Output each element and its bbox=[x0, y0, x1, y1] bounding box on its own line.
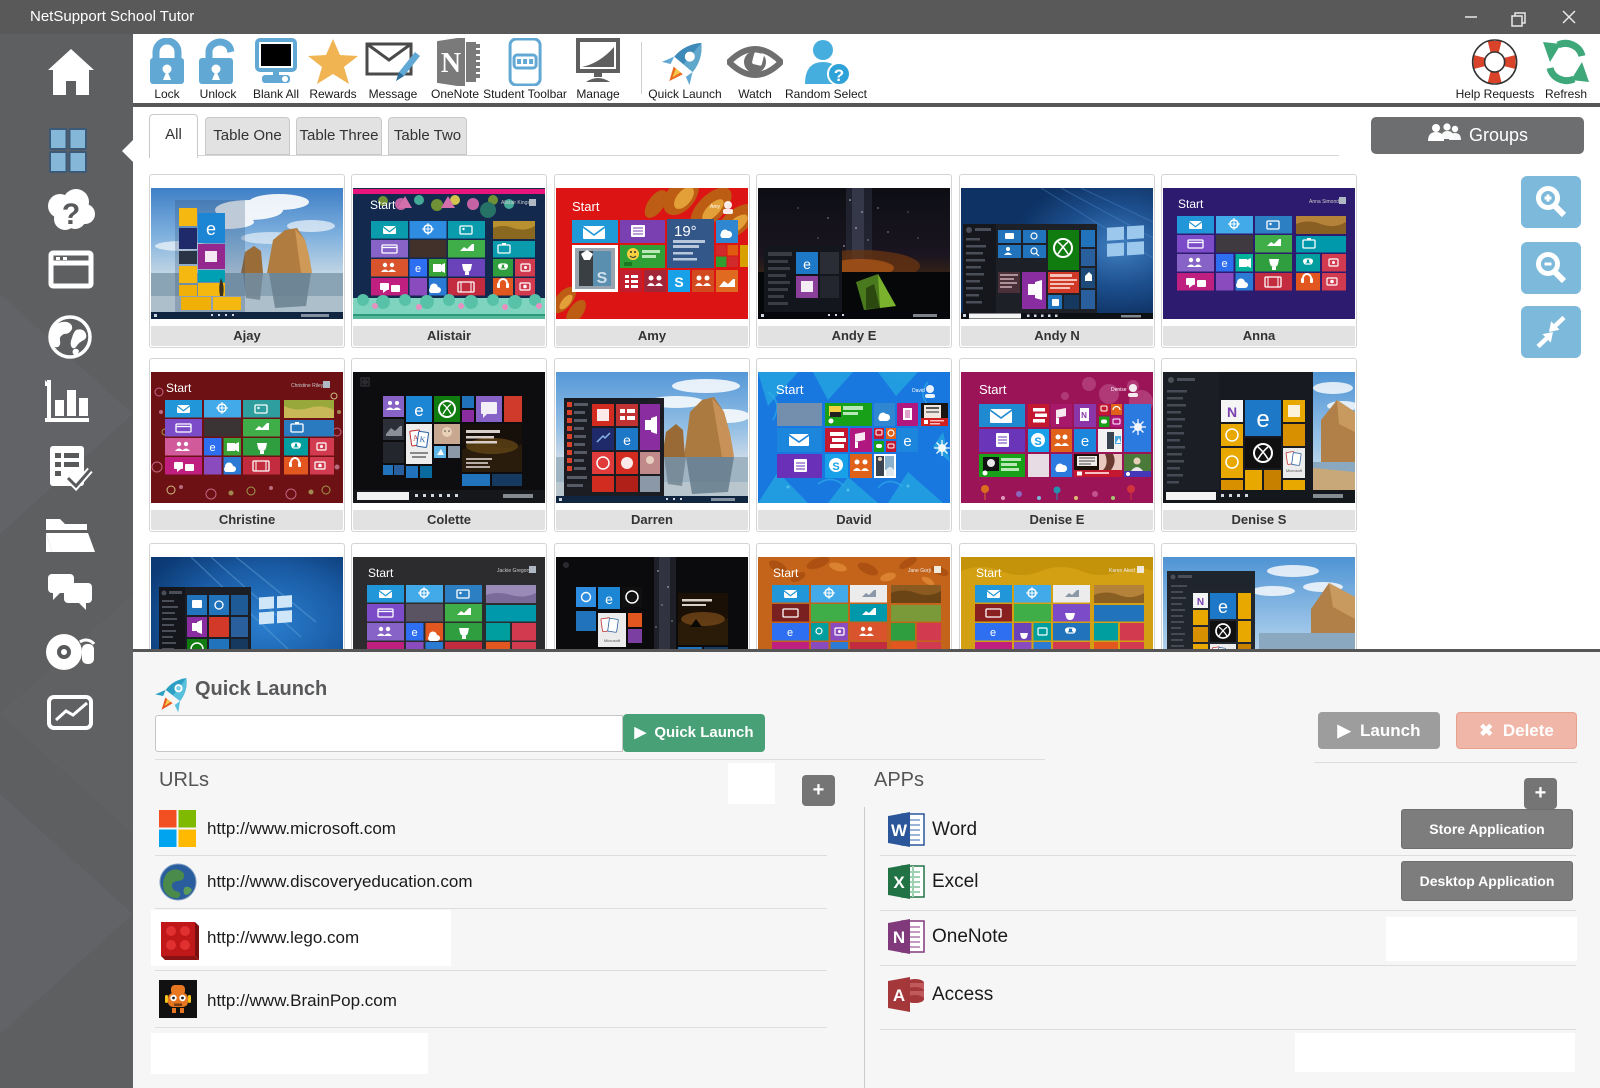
svg-text:Start: Start bbox=[166, 381, 192, 395]
svg-text:Start: Start bbox=[976, 566, 1002, 580]
svg-text:N: N bbox=[893, 928, 905, 947]
svg-text:Start: Start bbox=[979, 382, 1007, 397]
svg-text:Start: Start bbox=[368, 566, 394, 580]
svg-text:David: David bbox=[912, 388, 925, 394]
svg-text:Denise: Denise bbox=[1111, 387, 1127, 393]
svg-text:A: A bbox=[893, 986, 905, 1005]
svg-text:e: e bbox=[605, 591, 613, 607]
svg-text:e: e bbox=[1081, 433, 1089, 450]
svg-text:Start: Start bbox=[776, 382, 804, 397]
svg-text:e: e bbox=[414, 401, 423, 420]
svg-text:e: e bbox=[411, 627, 417, 639]
svg-text:Jackie Gregory: Jackie Gregory bbox=[497, 568, 531, 574]
svg-text:Karen Aked: Karen Aked bbox=[1109, 568, 1135, 574]
svg-text:e: e bbox=[415, 263, 421, 275]
svg-text:e: e bbox=[1256, 406, 1269, 433]
svg-text:Start: Start bbox=[773, 566, 799, 580]
svg-text:e: e bbox=[209, 442, 215, 454]
svg-text:N: N bbox=[441, 48, 461, 79]
svg-text:e: e bbox=[1221, 258, 1227, 270]
svg-text:Microsoft: Microsoft bbox=[1286, 468, 1303, 473]
svg-text:e: e bbox=[990, 627, 996, 639]
svg-text:e: e bbox=[787, 627, 793, 639]
svg-text:?: ? bbox=[62, 198, 80, 231]
svg-text:N: N bbox=[1197, 597, 1204, 608]
svg-text:Microsoft: Microsoft bbox=[604, 638, 621, 643]
svg-text:S: S bbox=[832, 461, 839, 473]
svg-text:W: W bbox=[891, 821, 908, 840]
svg-text:Start: Start bbox=[370, 198, 396, 212]
svg-text:N: N bbox=[1227, 404, 1237, 420]
svg-text:Start: Start bbox=[1178, 197, 1204, 211]
svg-text:e: e bbox=[903, 433, 911, 450]
svg-text:e: e bbox=[206, 219, 216, 239]
svg-text:Amy: Amy bbox=[710, 204, 721, 210]
svg-text:e: e bbox=[803, 256, 811, 272]
svg-text:Christine Riley: Christine Riley bbox=[291, 383, 324, 389]
svg-text:S: S bbox=[1034, 436, 1041, 448]
svg-text:?: ? bbox=[834, 66, 844, 85]
svg-text:S: S bbox=[674, 274, 683, 290]
svg-text:Start: Start bbox=[572, 199, 600, 214]
svg-text:X: X bbox=[893, 873, 905, 892]
svg-text:e: e bbox=[623, 432, 631, 448]
svg-text:N: N bbox=[1081, 411, 1087, 420]
svg-text:Anna Simond: Anna Simond bbox=[1309, 199, 1339, 205]
svg-text:19°: 19° bbox=[674, 223, 697, 240]
svg-text:S: S bbox=[597, 270, 608, 287]
svg-text:Jane Gorji: Jane Gorji bbox=[908, 568, 931, 574]
svg-text:e: e bbox=[1218, 597, 1228, 617]
